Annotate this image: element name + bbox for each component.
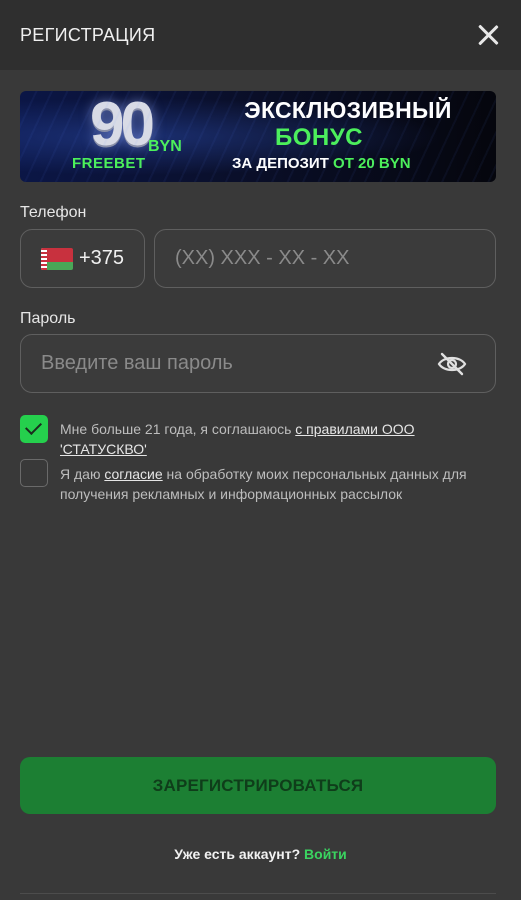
banner-line3: ЗА ДЕПОЗИТ ОТ 20 BYN	[232, 155, 411, 172]
login-prompt: Уже есть аккаунт? Войти	[0, 846, 521, 862]
password-field-wrapper	[20, 334, 496, 393]
banner-amount: 90	[90, 91, 155, 159]
login-prompt-text: Уже есть аккаунт?	[174, 846, 305, 862]
modal-header: РЕГИСТРАЦИЯ	[0, 0, 521, 70]
marketing-consent-text: Я даю согласие на обработку моих персона…	[60, 464, 500, 504]
password-label: Пароль	[20, 310, 76, 327]
phone-field-wrapper	[154, 229, 496, 288]
age-consent-label: Мне больше 21 года, я соглашаюсь	[60, 421, 296, 437]
phone-input[interactable]	[155, 230, 495, 287]
close-icon[interactable]	[475, 22, 501, 48]
age-consent-checkbox[interactable]	[20, 415, 48, 443]
country-code: +375	[79, 247, 125, 269]
banner-line1: ЭКСКЛЮЗИВНЫЙ	[244, 97, 452, 123]
banner-freebet: FREEBET	[72, 155, 146, 172]
login-link[interactable]: Войти	[304, 846, 347, 862]
register-button[interactable]: ЗАРЕГИСТРИРОВАТЬСЯ	[20, 757, 496, 814]
promo-banner[interactable]: 90 BYN FREEBET ЭКСКЛЮЗИВНЫЙ БОНУС ЗА ДЕП…	[20, 91, 496, 182]
phone-label: Телефон	[20, 204, 87, 221]
banner-line3-highlight: ОТ 20 BYN	[333, 155, 411, 172]
consent-link[interactable]: согласие	[104, 466, 162, 482]
age-consent-text: Мне больше 21 года, я соглашаюсь с прави…	[60, 419, 500, 459]
eye-slash-icon[interactable]	[437, 352, 467, 376]
divider	[20, 893, 496, 894]
marketing-consent-checkbox[interactable]	[20, 459, 48, 487]
password-input[interactable]	[21, 335, 495, 392]
belarus-flag-icon	[41, 247, 73, 270]
country-code-select[interactable]: +375	[20, 229, 145, 288]
marketing-consent-prefix: Я даю	[60, 466, 105, 482]
banner-currency: BYN	[148, 138, 182, 155]
banner-line2: БОНУС	[274, 124, 363, 151]
banner-line3-prefix: ЗА ДЕПОЗИТ	[232, 155, 334, 172]
page-title: РЕГИСТРАЦИЯ	[20, 24, 156, 45]
